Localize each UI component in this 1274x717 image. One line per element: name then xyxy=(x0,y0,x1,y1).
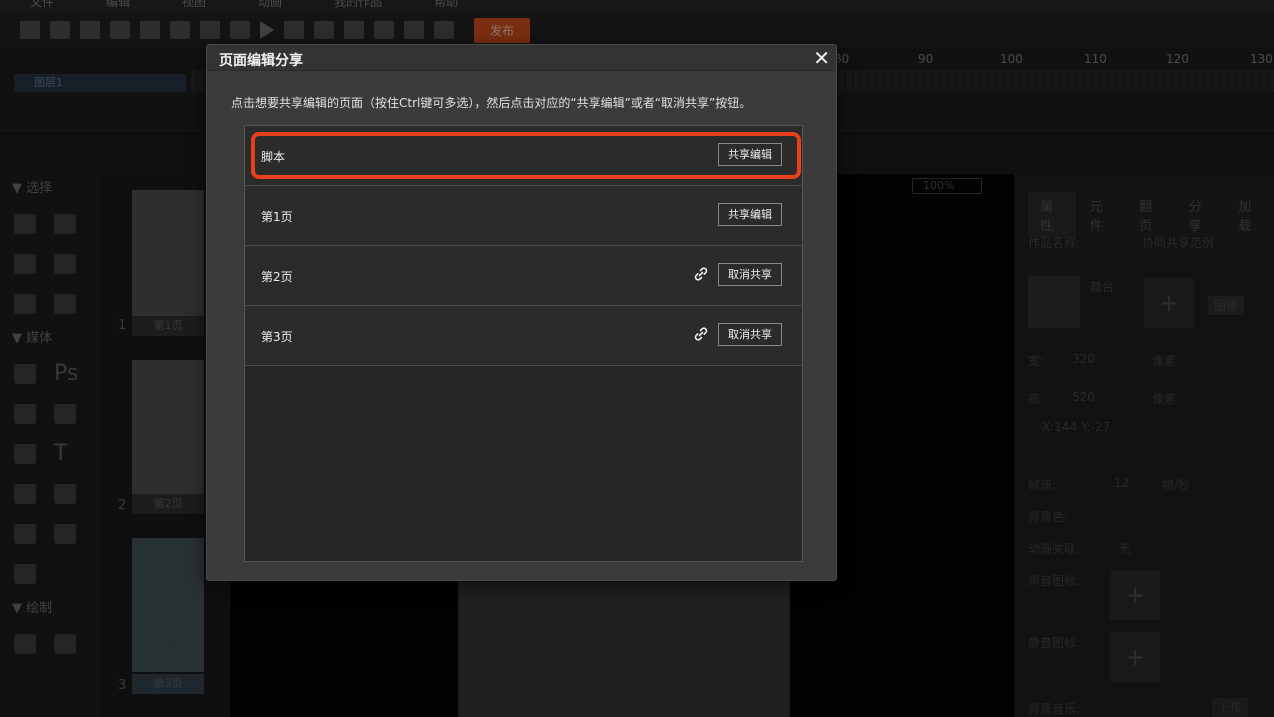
page-item-label: 第2页 xyxy=(261,270,293,284)
cancel-share-button[interactable]: 取消共享 xyxy=(718,263,782,286)
page-item-label: 第1页 xyxy=(261,210,293,224)
close-icon[interactable]: ✕ xyxy=(813,46,830,70)
page-list: 脚本 共享编辑 第1页 共享编辑 第2页 取消共享 第3页 取消共享 xyxy=(244,125,803,562)
page-list-item-script[interactable]: 脚本 共享编辑 xyxy=(245,126,802,186)
cancel-share-button[interactable]: 取消共享 xyxy=(718,323,782,346)
dialog-title: 页面编辑分享 xyxy=(219,53,303,69)
link-icon xyxy=(694,267,708,281)
share-edit-button[interactable]: 共享编辑 xyxy=(718,203,782,226)
dialog-instruction: 点击想要共享编辑的页面（按住Ctrl键可多选），然后点击对应的“共享编辑”或者“… xyxy=(231,96,752,110)
share-edit-button[interactable]: 共享编辑 xyxy=(718,143,782,166)
page-list-item-page2[interactable]: 第2页 取消共享 xyxy=(245,246,802,306)
page-list-item-page1[interactable]: 第1页 共享编辑 xyxy=(245,186,802,246)
page-item-label: 第3页 xyxy=(261,330,293,344)
link-icon xyxy=(694,327,708,341)
dialog-header: 页面编辑分享 ✕ xyxy=(207,45,836,71)
page-list-item-page3[interactable]: 第3页 取消共享 xyxy=(245,306,802,366)
page-item-label: 脚本 xyxy=(261,150,286,164)
page-share-dialog: 页面编辑分享 ✕ 点击想要共享编辑的页面（按住Ctrl键可多选），然后点击对应的… xyxy=(206,44,837,581)
